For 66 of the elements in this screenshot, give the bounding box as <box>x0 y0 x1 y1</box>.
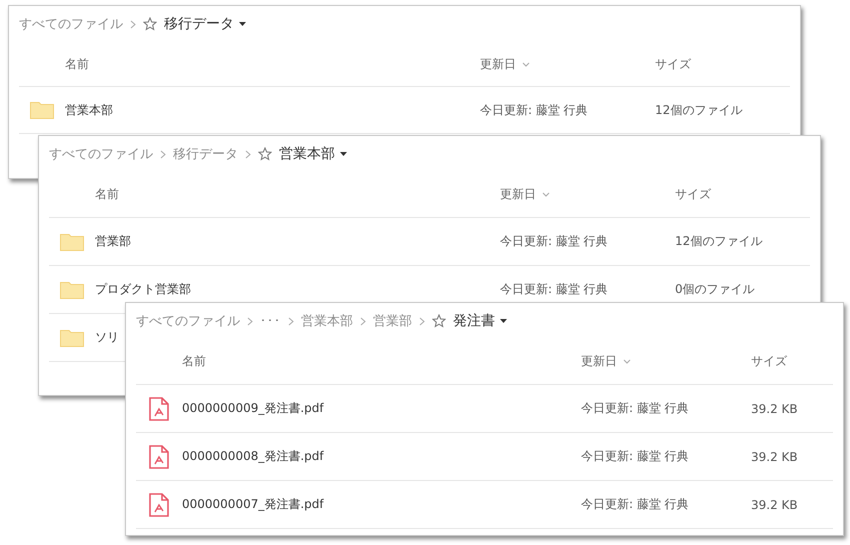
file-row[interactable]: 営業部 今日更新: 藤堂 行典 12個のファイル <box>49 218 810 266</box>
breadcrumb-link[interactable]: すべてのファイル <box>136 312 240 330</box>
column-header[interactable]: 名前 <box>65 56 480 72</box>
pdf-icon <box>149 396 169 420</box>
star-icon[interactable] <box>432 314 446 328</box>
sort-chevron-icon <box>522 62 530 66</box>
pdf-icon <box>149 492 169 516</box>
chevron-right-icon <box>288 316 294 326</box>
size-cell-text: 39.2 KB <box>751 450 799 464</box>
size-cell-text: 0個のファイル <box>675 281 756 298</box>
column-header[interactable]: サイズ <box>655 56 790 72</box>
file-row[interactable]: 0000000009_発注書.pdf 今日更新: 藤堂 行典 39.2 KB <box>136 385 833 433</box>
star-icon[interactable] <box>258 147 272 161</box>
current-folder-dropdown[interactable]: 営業本部 <box>279 145 347 163</box>
breadcrumb-ellipsis[interactable]: ･･･ <box>260 314 281 328</box>
folder-icon <box>60 232 84 250</box>
file-name: 営業本部 <box>65 102 114 118</box>
file-name: 0000000009_発注書.pdf <box>182 400 325 417</box>
column-header[interactable]: サイズ <box>675 186 810 203</box>
chevron-right-icon <box>419 316 425 326</box>
column-header[interactable]: 名前 <box>182 353 581 370</box>
caret-icon <box>500 319 507 323</box>
file-row[interactable]: 0000000007_発注書.pdf 今日更新: 藤堂 行典 39.2 KB <box>136 481 833 529</box>
size-cell-text: 12個のファイル <box>675 233 764 250</box>
file-name: 0000000007_発注書.pdf <box>182 496 325 513</box>
caret-icon <box>340 152 347 156</box>
modified-cell-text: 今日更新: 藤堂 行典 <box>581 448 690 465</box>
column-header[interactable]: 更新日 <box>500 186 675 203</box>
modified-cell-text: 今日更新: 藤堂 行典 <box>581 496 690 513</box>
folder-icon <box>30 101 54 119</box>
file-name: ソリ <box>95 329 120 346</box>
pdf-icon <box>149 444 169 468</box>
file-row[interactable]: 営業本部 今日更新: 藤堂 行典 12個のファイル <box>19 87 790 134</box>
sort-chevron-icon <box>542 192 550 197</box>
file-name: 0000000008_発注書.pdf <box>182 448 325 465</box>
column-header[interactable]: 更新日 <box>581 353 751 370</box>
column-header[interactable]: 更新日 <box>480 56 655 72</box>
current-folder-dropdown[interactable]: 移行データ <box>164 15 246 33</box>
modified-cell-text: 今日更新: 藤堂 行典 <box>500 281 609 298</box>
chevron-right-icon <box>160 150 166 158</box>
sort-chevron-icon <box>623 359 631 364</box>
chevron-right-icon <box>360 316 366 326</box>
file-row[interactable]: 0000000008_発注書.pdf 今日更新: 藤堂 行典 39.2 KB <box>136 433 833 481</box>
breadcrumb-link[interactable]: すべてのファイル <box>49 145 153 163</box>
size-cell-text: 39.2 KB <box>751 402 799 416</box>
size-cell-text: 39.2 KB <box>751 498 799 512</box>
caret-icon <box>239 22 246 26</box>
star-icon[interactable] <box>143 17 157 31</box>
file-name: プロダクト営業部 <box>95 281 192 298</box>
modified-cell-text: 今日更新: 藤堂 行典 <box>581 400 690 417</box>
modified-cell-text: 今日更新: 藤堂 行典 <box>500 233 609 250</box>
breadcrumb-link[interactable]: 移行データ <box>173 145 238 163</box>
chevron-right-icon <box>130 20 136 28</box>
file-name: 営業部 <box>95 233 132 250</box>
chevron-right-icon <box>247 316 253 326</box>
chevron-right-icon <box>245 150 251 158</box>
folder-icon <box>60 280 84 298</box>
current-folder-dropdown[interactable]: 発注書 <box>453 312 507 330</box>
size-cell-text: 12個のファイル <box>655 102 744 118</box>
folder-icon <box>60 328 84 346</box>
column-header[interactable]: サイズ <box>751 353 833 370</box>
breadcrumb-link[interactable]: すべてのファイル <box>19 15 123 33</box>
column-header[interactable]: 名前 <box>95 186 500 203</box>
breadcrumb-link[interactable]: 営業本部 <box>301 312 353 330</box>
modified-cell-text: 今日更新: 藤堂 行典 <box>480 102 589 118</box>
breadcrumb-link[interactable]: 営業部 <box>373 312 412 330</box>
